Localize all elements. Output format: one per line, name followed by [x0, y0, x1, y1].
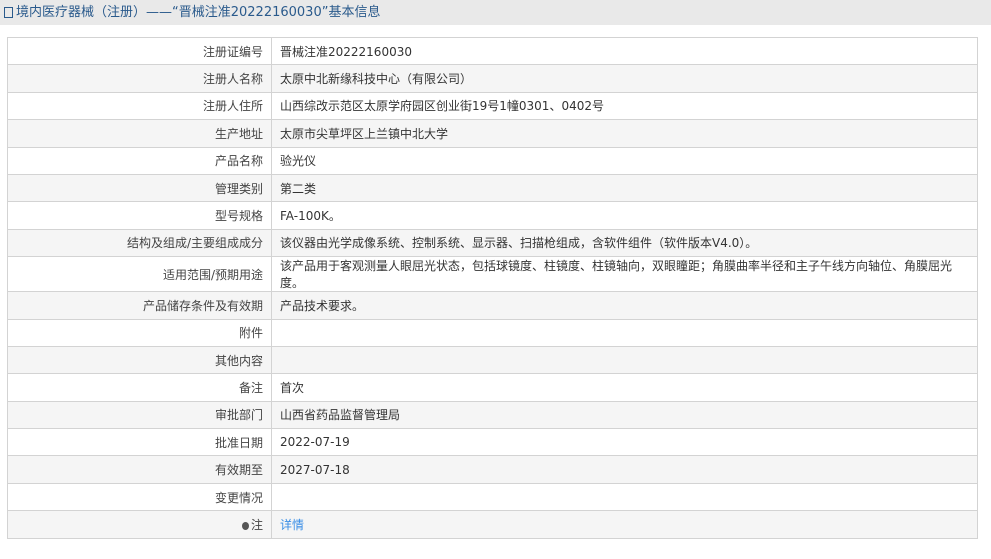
- row-value: 太原市尖草坪区上兰镇中北大学: [271, 119, 978, 148]
- row-label: 生产地址: [7, 119, 272, 148]
- table-row: 有效期至 2027-07-18: [7, 455, 978, 484]
- row-value: 该仪器由光学成像系统、控制系统、显示器、扫描枪组成，含软件组件（软件版本V4.0…: [271, 228, 978, 258]
- table-row: 批准日期 2022-07-19: [7, 428, 978, 457]
- row-label: 注册人住所: [7, 91, 272, 121]
- table-row: 注册证编号 晋械注准20222160030: [7, 36, 978, 66]
- row-label: 注册证编号: [7, 36, 272, 66]
- table-row: 产品储存条件及有效期 产品技术要求。: [7, 291, 978, 320]
- table-row: 附件: [7, 318, 978, 347]
- row-label: 审批部门: [7, 400, 272, 430]
- lightbulb-icon: [241, 521, 249, 530]
- page-header: 境内医疗器械（注册）——“晋械注准20222160030”基本信息: [0, 0, 991, 25]
- row-value: 太原中北新缘科技中心（有限公司）: [271, 64, 978, 93]
- row-value: 2022-07-19: [271, 428, 978, 457]
- row-label: 批准日期: [7, 428, 272, 457]
- row-value: 晋械注准20222160030: [271, 36, 978, 66]
- table-row: 注册人住所 山西综改示范区太原学府园区创业街19号1幢0301、0402号: [7, 91, 978, 121]
- row-label: 变更情况: [7, 482, 272, 512]
- row-value: 山西省药品监督管理局: [271, 400, 978, 430]
- table-row: 变更情况: [7, 482, 978, 512]
- row-value: 产品技术要求。: [271, 291, 978, 320]
- row-value: 首次: [271, 373, 978, 402]
- table-row: 结构及组成/主要组成成分 该仪器由光学成像系统、控制系统、显示器、扫描枪组成，含软…: [7, 228, 978, 258]
- row-value: [271, 345, 978, 375]
- row-label: 注: [7, 510, 272, 539]
- row-label: 结构及组成/主要组成成分: [7, 228, 272, 258]
- row-value: [271, 318, 978, 347]
- table-row: 适用范围/预期用途 该产品用于客观测量人眼屈光状态，包括球镜度、柱镜度、柱镜轴向，…: [7, 256, 978, 293]
- table-row: 产品名称 验光仪: [7, 146, 978, 175]
- row-value: FA-100K。: [271, 201, 978, 230]
- row-value: 验光仪: [271, 146, 978, 175]
- page-title: 境内医疗器械（注册）——“晋械注准20222160030”基本信息: [16, 5, 381, 20]
- table-row: 生产地址 太原市尖草坪区上兰镇中北大学: [7, 119, 978, 148]
- row-label: 管理类别: [7, 173, 272, 203]
- row-value: [271, 482, 978, 512]
- row-label: 型号规格: [7, 201, 272, 230]
- row-label: 有效期至: [7, 455, 272, 484]
- row-value: 第二类: [271, 173, 978, 203]
- table-row-note: 注 详情: [7, 510, 978, 539]
- document-icon: [4, 7, 13, 18]
- table-row: 其他内容: [7, 345, 978, 375]
- table-row: 型号规格 FA-100K。: [7, 201, 978, 230]
- row-label: 注册人名称: [7, 64, 272, 93]
- info-table: 注册证编号 晋械注准20222160030 注册人名称 太原中北新缘科技中心（有限公司…: [7, 36, 978, 539]
- row-value: 2027-07-18: [271, 455, 978, 484]
- table-row: 管理类别 第二类: [7, 173, 978, 203]
- table-row: 备注 首次: [7, 373, 978, 402]
- row-label: 备注: [7, 373, 272, 402]
- row-value: 该产品用于客观测量人眼屈光状态，包括球镜度、柱镜度、柱镜轴向，双眼瞳距；角膜曲率…: [271, 256, 978, 293]
- row-label: 其他内容: [7, 345, 272, 375]
- row-value: 详情: [271, 510, 978, 539]
- row-value: 山西综改示范区太原学府园区创业街19号1幢0301、0402号: [271, 91, 978, 121]
- note-label: 注: [250, 517, 263, 532]
- table-row: 审批部门 山西省药品监督管理局: [7, 400, 978, 430]
- row-label: 附件: [7, 318, 272, 347]
- row-label: 产品名称: [7, 146, 272, 175]
- row-label: 产品储存条件及有效期: [7, 291, 272, 320]
- details-link[interactable]: 详情: [280, 518, 304, 532]
- row-label: 适用范围/预期用途: [7, 256, 272, 293]
- table-row: 注册人名称 太原中北新缘科技中心（有限公司）: [7, 64, 978, 93]
